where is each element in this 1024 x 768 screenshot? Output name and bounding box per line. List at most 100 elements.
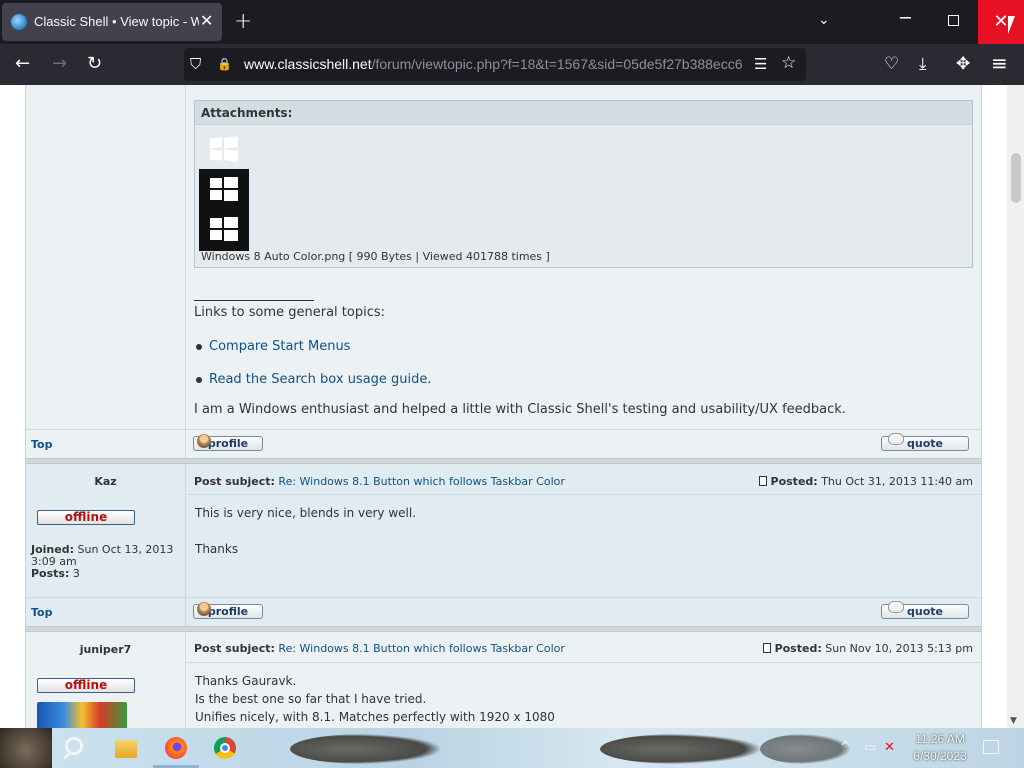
tab-close-icon[interactable]: ✕ [200,11,213,30]
web-page: Attachments: Windows 8 Auto Color.png [… [0,85,1024,728]
windows-logo-dark-preview[interactable] [199,169,249,251]
scroll-down-arrow-icon[interactable]: ▼ [1010,716,1017,726]
wallpaper-rat-decoration [760,734,850,764]
quote-bubble-icon [888,601,904,613]
signature-intro: Links to some general topics: [194,305,385,320]
quote-button[interactable]: quote [881,433,969,451]
notifications-icon[interactable] [983,740,999,754]
volume-muted-icon[interactable]: ✕ [884,740,895,755]
tab-bar: Classic Shell • View topic - Windows 8.1… [0,0,1024,44]
list-bullet [196,344,202,350]
mouse-cursor-icon [1008,16,1022,34]
firefox-icon[interactable] [165,737,187,759]
subject-label: Post subject: [194,475,275,488]
top-link[interactable]: Top [31,606,52,619]
vertical-scrollbar[interactable]: ▼ [1007,85,1024,728]
posts-count: 3 [72,567,80,580]
attachments-box: Attachments: Windows 8 Auto Color.png [… [194,100,973,268]
maximize-button[interactable] [948,15,959,26]
post-page-icon[interactable] [758,476,767,486]
quote-button[interactable]: quote [881,601,969,619]
attachment-caption: Windows 8 Auto Color.png [ 990 Bytes | V… [201,250,550,263]
reload-button[interactable]: ↻ [87,54,102,74]
wallpaper-rat-decoration [600,734,760,764]
post-body-line: Unifies nicely, with 8.1. Matches perfec… [195,710,555,724]
column-divider [185,464,186,597]
offline-status-badge: offline [37,510,135,525]
new-tab-button[interactable]: + [234,9,252,34]
url-path: /forum/viewtopic.php?f=18&t=1567&sid=05d… [371,56,743,72]
bookmark-star-icon[interactable]: ☆ [781,53,796,73]
scrollbar-thumb[interactable] [1011,153,1021,203]
active-tab[interactable]: Classic Shell • View topic - Windows 8.1… [2,3,222,41]
post-actions-row: Top profile quote [26,430,981,458]
clock-time: 11:26 AM [915,732,965,746]
header-divider [186,494,981,495]
app-menu-icon[interactable]: ≡ [991,51,1008,75]
pocket-icon[interactable]: ♡ [884,54,899,74]
forward-button[interactable]: → [52,54,67,74]
clock-date: 6/30/2023 [913,749,967,763]
clock[interactable]: 11:26 AM 6/30/2023 [905,731,975,765]
search-guide-line: Read the Search box usage guide. [209,372,432,387]
post-juniper7: juniper7 offline Post subject: Re: Windo… [26,632,981,728]
network-icon[interactable]: ▭ [864,740,876,755]
extensions-icon[interactable]: ✥ [956,54,970,74]
posted-label: Posted: [774,642,822,655]
column-divider [185,85,186,429]
tray-overflow-chevron-icon[interactable]: ^ [840,740,851,755]
attachments-heading: Attachments: [195,101,972,125]
post-body-line: Thanks [195,542,239,556]
windows-logo-white-icon[interactable] [210,136,238,162]
profile-label: profile [207,605,249,618]
post-author[interactable]: Kaz [26,475,185,488]
column-divider [185,598,186,626]
back-button[interactable]: ← [15,54,30,74]
post-author[interactable]: juniper7 [26,643,185,656]
address-bar[interactable]: ⛉ 🔒 www.classicshell.net/forum/viewtopic… [184,48,806,81]
post-body-line: Thanks Gauravk. [195,674,297,688]
period: . [427,372,432,387]
top-link[interactable]: Top [31,438,52,451]
compare-start-menus-link[interactable]: Compare Start Menus [209,339,350,354]
user-icon [197,434,211,448]
post-page-icon[interactable] [762,643,771,653]
lock-icon[interactable]: 🔒 [217,57,232,71]
profile-button[interactable]: profile [193,434,263,451]
url-text[interactable]: www.classicshell.net/forum/viewtopic.php… [244,56,749,72]
subject-link[interactable]: Re: Windows 8.1 Button which follows Tas… [278,475,564,488]
column-divider [185,632,186,728]
start-button[interactable] [0,728,52,768]
file-explorer-icon[interactable] [115,740,137,758]
header-divider [186,662,981,663]
wallpaper-rat-decoration [290,734,440,764]
tab-title: Classic Shell • View topic - Windows 8.1… [34,14,199,29]
url-host: www.classicshell.net [244,56,372,72]
posted-date: Sun Nov 10, 2013 5:13 pm [825,642,973,655]
tracking-protection-shield-icon[interactable]: ⛉ [190,55,201,73]
post-kaz: Kaz offline Joined: Sun Oct 13, 2013 3:0… [26,464,981,597]
posted-label: Posted: [770,475,818,488]
post-subject: Post subject: Re: Windows 8.1 Button whi… [194,475,565,488]
post-date: Posted: Sun Nov 10, 2013 5:13 pm [762,642,973,655]
quote-label: quote [907,437,943,450]
posts-label: Posts: [31,567,70,580]
profile-button[interactable]: profile [193,602,263,619]
minimize-button[interactable]: ─ [900,8,911,29]
windows-logo-icon [210,217,238,241]
post-date: Posted: Thu Oct 31, 2013 11:40 am [758,475,973,488]
search-icon-handle [63,751,71,760]
signature-divider [194,300,314,301]
post-actions-row: Top profile quote [26,598,981,626]
list-all-tabs-icon[interactable]: ⌄ [818,12,830,28]
quote-bubble-icon [888,433,904,445]
search-box-guide-link[interactable]: Read the Search box usage guide [209,372,427,387]
downloads-icon[interactable]: ⤓ [919,54,927,74]
subject-label: Post subject: [194,642,275,655]
reader-view-icon[interactable]: ☰ [754,55,767,73]
subject-link[interactable]: Re: Windows 8.1 Button which follows Tas… [278,642,564,655]
chrome-icon[interactable] [214,737,236,759]
signature-bio: I am a Windows enthusiast and helped a l… [194,402,846,417]
offline-status-badge: offline [37,678,135,693]
post-subject: Post subject: Re: Windows 8.1 Button whi… [194,642,565,655]
